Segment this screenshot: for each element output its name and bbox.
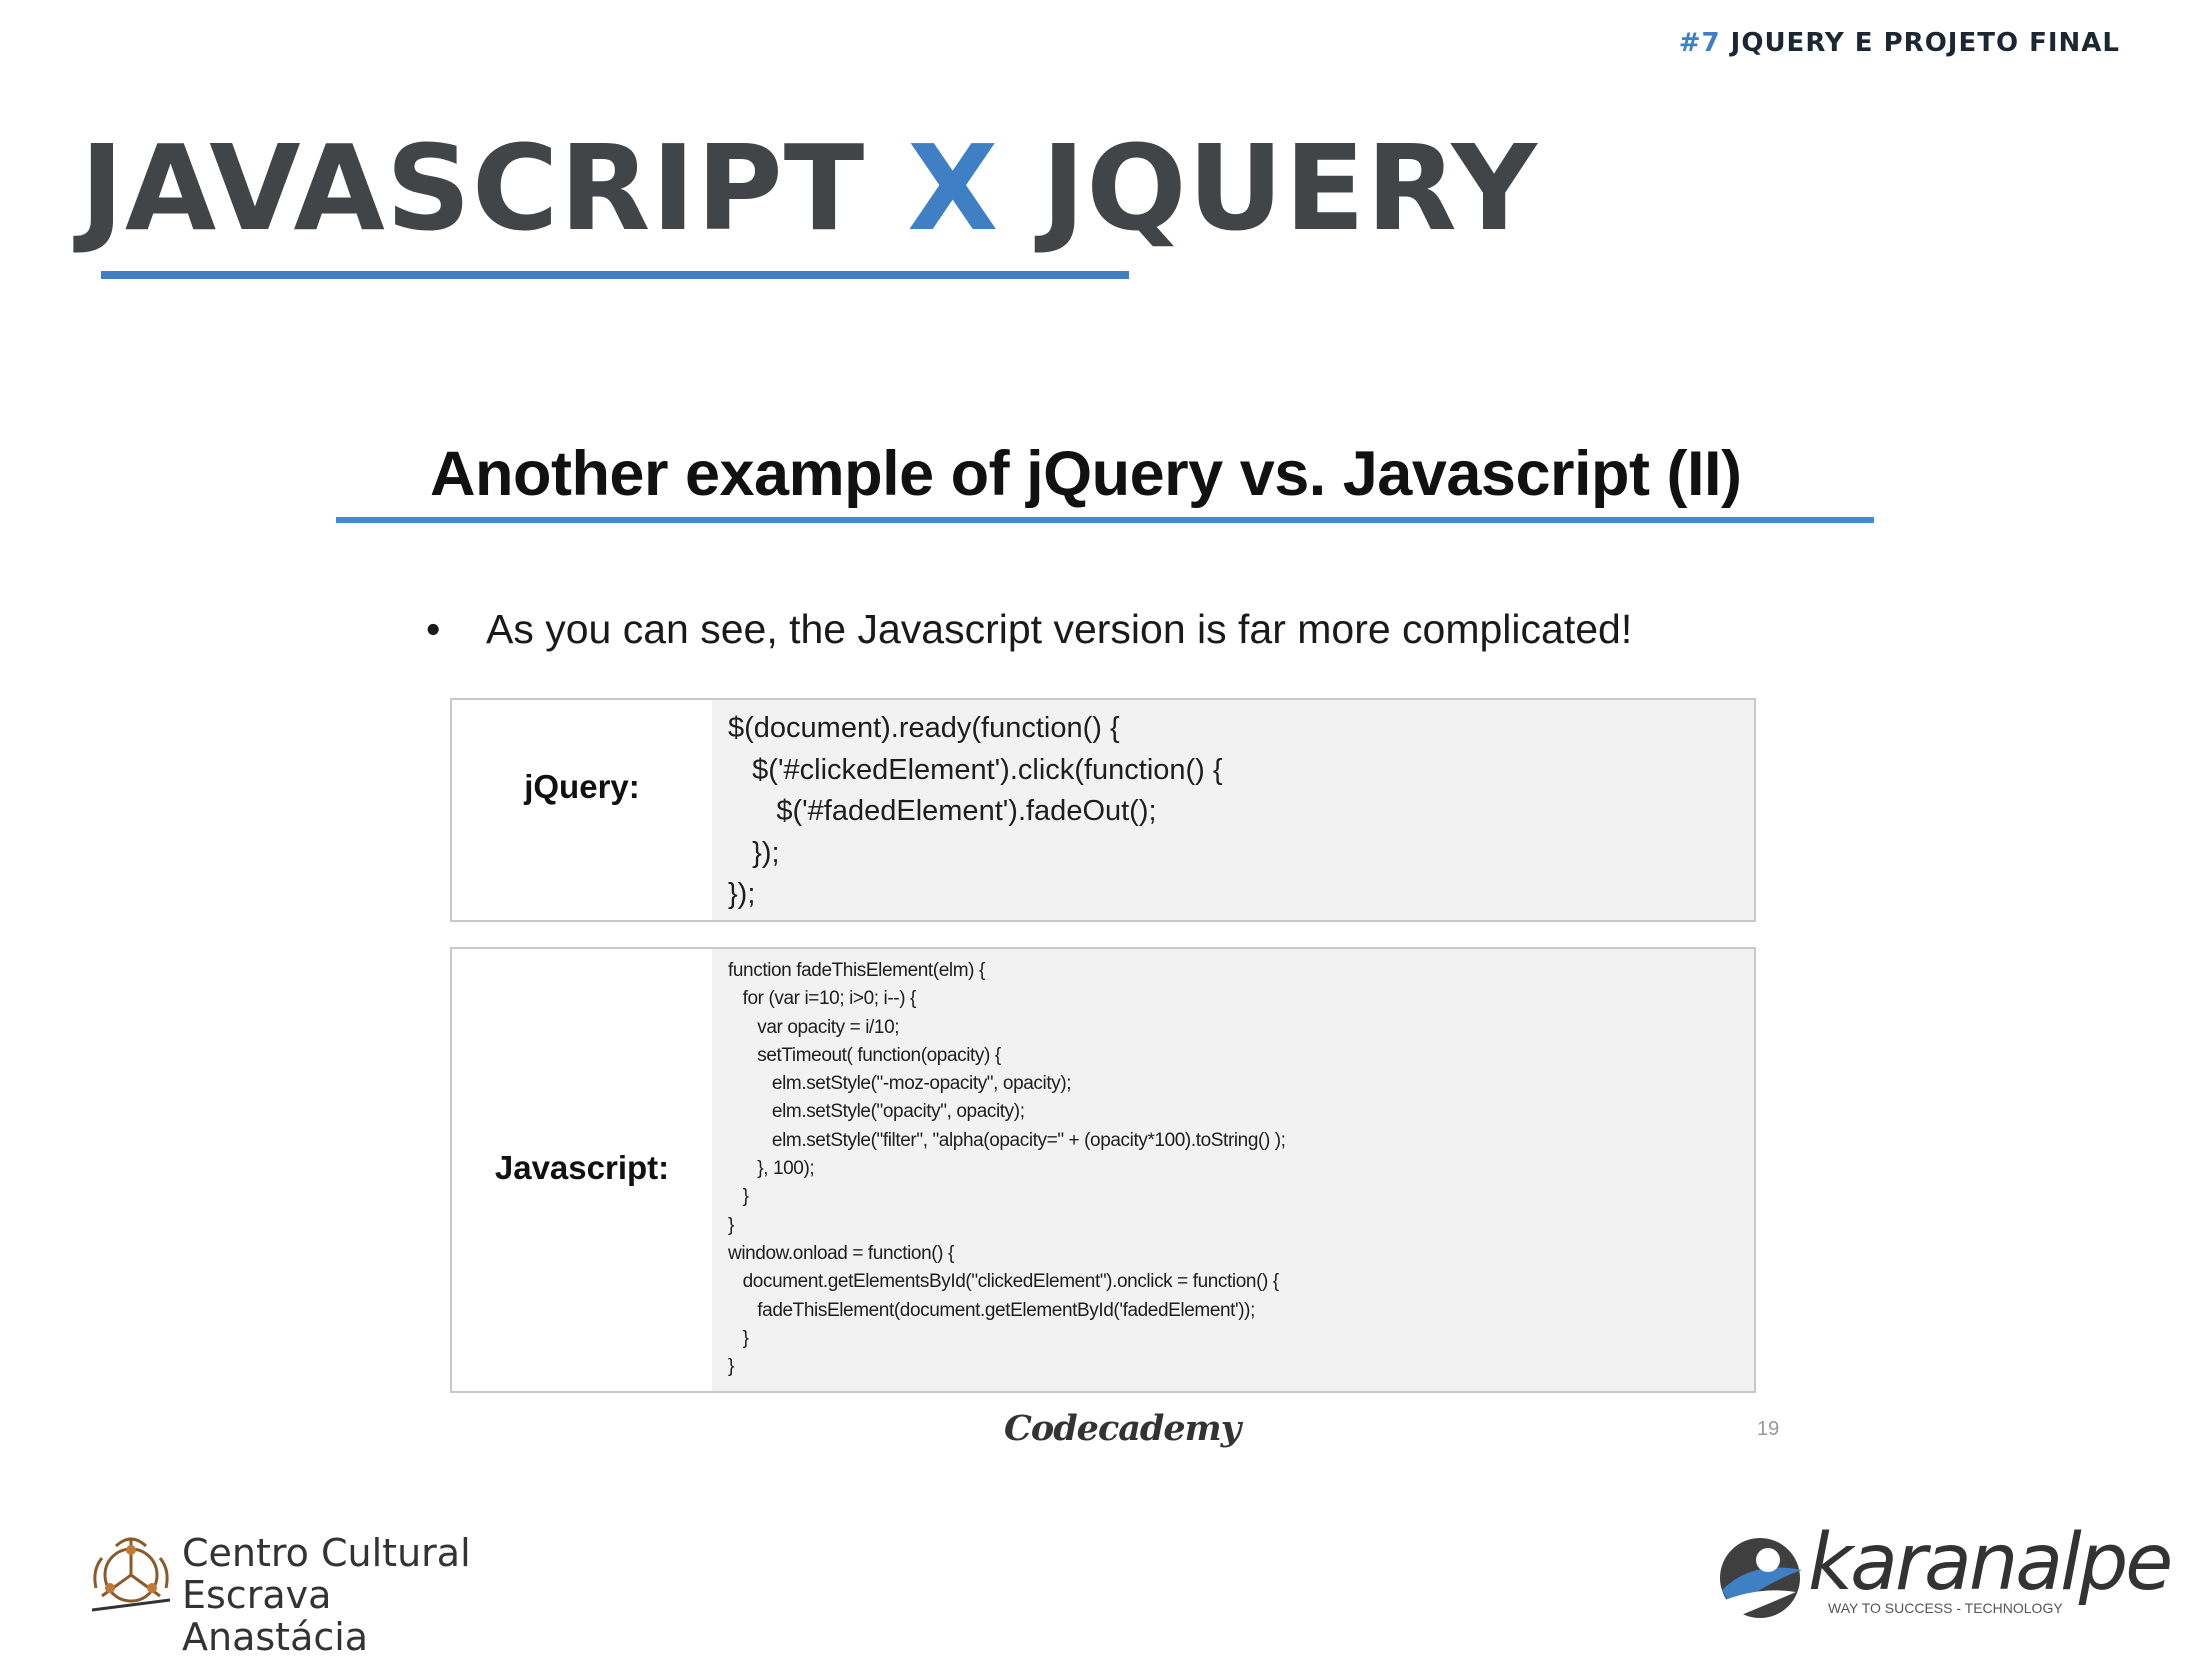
section-tag: #7 JQUERY E PROJETO FINAL xyxy=(1679,28,2120,58)
centro-cultural-logo: Centro Cultural Escrava Anastácia xyxy=(88,1528,508,1658)
slide-bullet: • As you can see, the Javascript version … xyxy=(426,606,1632,653)
centro-cultural-name: Centro Cultural Escrava Anastácia xyxy=(182,1532,508,1658)
karanalpe-tagline: WAY TO SUCCESS - TECHNOLOGY xyxy=(1828,1600,2063,1616)
javascript-code-box: Javascript: function fadeThisElement(elm… xyxy=(450,947,1756,1393)
bullet-text: As you can see, the Javascript version i… xyxy=(486,606,1633,652)
jquery-code: $(document).ready(function() { $('#click… xyxy=(712,700,1754,920)
karanalpe-swirl-icon xyxy=(1720,1538,1802,1618)
karanalpe-name: karanalpe xyxy=(1808,1518,2173,1608)
title-javascript: JAVASCRIPT xyxy=(80,119,866,257)
centro-cultural-line2: Escrava Anastácia xyxy=(182,1573,369,1659)
jquery-code-box: jQuery: $(document).ready(function() { $… xyxy=(450,698,1756,922)
slide-title-underline xyxy=(336,517,1874,523)
slide-title: Another example of jQuery vs. Javascript… xyxy=(430,439,1742,509)
title-jquery: JQUERY xyxy=(1041,119,1538,257)
codecademy-logo: Codecademy xyxy=(1004,1408,1241,1449)
bullet-dot: • xyxy=(426,606,441,652)
slide-page-number: 19 xyxy=(1757,1418,1780,1440)
centro-cultural-emblem-icon xyxy=(91,1537,171,1612)
title-x: X xyxy=(907,119,1000,257)
javascript-label: Javascript: xyxy=(494,1149,670,1186)
embedded-slide: Another example of jQuery vs. Javascript… xyxy=(322,418,1882,1478)
page-title: JAVASCRIPT X JQUERY xyxy=(80,118,1538,258)
karanalpe-logo: karanalpe WAY TO SUCCESS - TECHNOLOGY xyxy=(1712,1518,2173,1626)
section-number: #7 xyxy=(1678,28,1721,58)
title-underline xyxy=(101,271,1129,279)
centro-cultural-line1: Centro Cultural xyxy=(182,1531,471,1575)
javascript-code: function fadeThisElement(elm) { for (var… xyxy=(712,949,1754,1391)
jquery-label: jQuery: xyxy=(524,768,640,805)
section-title: JQUERY E PROJETO FINAL xyxy=(1730,28,2120,58)
